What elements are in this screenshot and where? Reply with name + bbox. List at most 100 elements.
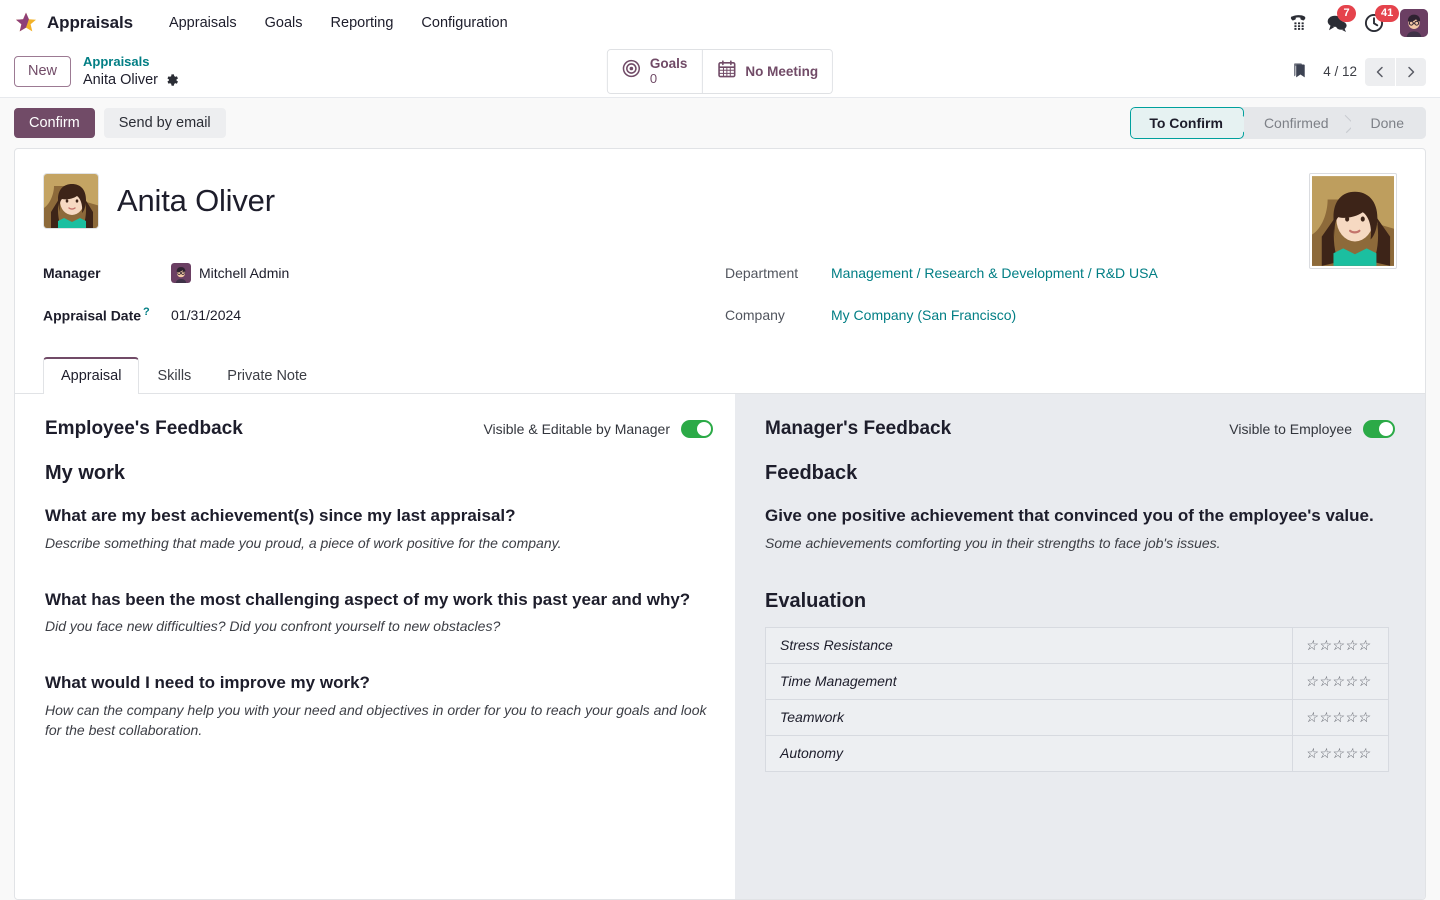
evaluation-stars[interactable]: ☆☆☆☆☆ xyxy=(1293,627,1389,663)
field-department-value[interactable]: Management / Research & Development / R&… xyxy=(831,265,1158,281)
gear-icon[interactable] xyxy=(165,73,179,87)
breadcrumb-parent[interactable]: Appraisals xyxy=(83,54,179,70)
stat-buttons: Goals 0 No Meeting xyxy=(607,49,833,93)
question-title: What are my best achievement(s) since my… xyxy=(45,505,713,527)
star-icon[interactable]: ☆ xyxy=(1331,745,1344,761)
user-avatar[interactable] xyxy=(1400,9,1428,37)
star-icon[interactable]: ☆ xyxy=(1357,673,1370,689)
status-to-confirm[interactable]: To Confirm xyxy=(1130,107,1244,139)
star-icon[interactable]: ☆ xyxy=(1305,637,1318,653)
manager-feedback-visibility: Visible to Employee xyxy=(1229,420,1395,438)
star-icon[interactable]: ☆ xyxy=(1331,673,1344,689)
star-icon[interactable]: ☆ xyxy=(1318,673,1331,689)
star-icon[interactable]: ☆ xyxy=(1357,637,1370,653)
star-icon[interactable]: ☆ xyxy=(1331,637,1344,653)
pager-value[interactable]: 4 / 12 xyxy=(1323,64,1357,79)
bookmark-icon[interactable] xyxy=(1290,62,1309,81)
stat-button-goals[interactable]: Goals 0 xyxy=(608,50,702,92)
star-icon[interactable]: ☆ xyxy=(1344,745,1357,761)
evaluation-criterion: Stress Resistance xyxy=(766,627,1293,663)
tab-skills[interactable]: Skills xyxy=(139,357,209,394)
control-panel: New Appraisals Anita Oliver Goa xyxy=(0,46,1440,98)
table-row: Teamwork ☆☆☆☆☆ xyxy=(766,699,1389,735)
tab-private-note[interactable]: Private Note xyxy=(209,357,325,394)
fields-left-column: Manager Mitchell Admin xyxy=(43,259,715,343)
field-company-label: Company xyxy=(725,307,831,323)
confirm-button[interactable]: Confirm xyxy=(14,108,95,138)
target-icon xyxy=(622,59,641,83)
stat-button-meeting[interactable]: No Meeting xyxy=(701,50,832,92)
nav-item-configuration[interactable]: Configuration xyxy=(407,9,521,37)
chevron-right-icon[interactable] xyxy=(1396,58,1426,86)
notebook-tabs: Appraisal Skills Private Note xyxy=(15,349,1425,394)
star-icon[interactable]: ☆ xyxy=(1331,709,1344,725)
brand-name: Appraisals xyxy=(47,13,133,33)
status-pipeline: To Confirm Confirmed Done xyxy=(1130,107,1426,139)
phone-dialpad-icon[interactable] xyxy=(1290,13,1310,33)
table-row: Stress Resistance ☆☆☆☆☆ xyxy=(766,627,1389,663)
breadcrumb-current: Anita Oliver xyxy=(83,71,158,89)
employee-feedback-toggle-label: Visible & Editable by Manager xyxy=(483,421,670,437)
star-icon[interactable]: ☆ xyxy=(1357,745,1370,761)
field-appraisal-date-value[interactable]: 01/31/2024 xyxy=(171,307,241,323)
sheet-header: Anita Oliver xyxy=(15,149,1425,229)
star-icon[interactable]: ☆ xyxy=(1305,673,1318,689)
employee-photo[interactable] xyxy=(1309,173,1397,269)
record-fields: Manager Mitchell Admin xyxy=(15,229,1425,343)
field-manager-value[interactable]: Mitchell Admin xyxy=(171,263,289,283)
star-icon[interactable]: ☆ xyxy=(1305,709,1318,725)
tab-appraisal[interactable]: Appraisal xyxy=(43,357,139,394)
chevron-left-icon[interactable] xyxy=(1365,58,1395,86)
star-icon[interactable]: ☆ xyxy=(1344,673,1357,689)
messages-icon[interactable]: 7 xyxy=(1326,13,1348,33)
evaluation-stars[interactable]: ☆☆☆☆☆ xyxy=(1293,699,1389,735)
question-title: Give one positive achievement that convi… xyxy=(765,505,1395,527)
question-hint: How can the company help you with your n… xyxy=(45,701,713,741)
status-done[interactable]: Done xyxy=(1351,107,1426,139)
calendar-icon xyxy=(716,59,736,84)
stat-goals-value: 0 xyxy=(650,72,688,87)
evaluation-title: Evaluation xyxy=(765,590,1395,613)
evaluation-stars[interactable]: ☆☆☆☆☆ xyxy=(1293,663,1389,699)
manager-avatar xyxy=(171,263,191,283)
activities-clock-icon[interactable]: 41 xyxy=(1364,13,1384,33)
nav-item-goals[interactable]: Goals xyxy=(251,9,317,37)
pager: 4 / 12 xyxy=(1323,58,1426,86)
send-by-email-button[interactable]: Send by email xyxy=(104,108,226,138)
field-appraisal-date-label: Appraisal Date? xyxy=(43,306,171,324)
brand[interactable]: Appraisals xyxy=(14,11,133,35)
employee-feedback-toggle[interactable] xyxy=(681,420,713,438)
star-icon[interactable]: ☆ xyxy=(1344,709,1357,725)
notebook-body: Employee's Feedback Visible & Editable b… xyxy=(15,394,1425,900)
question-title: What has been the most challenging aspec… xyxy=(45,589,713,611)
new-button[interactable]: New xyxy=(14,56,71,86)
star-icon[interactable]: ☆ xyxy=(1318,637,1331,653)
star-icon[interactable]: ☆ xyxy=(1318,709,1331,725)
star-icon[interactable]: ☆ xyxy=(1357,709,1370,725)
question-block: Give one positive achievement that convi… xyxy=(765,505,1395,554)
action-status-bar: Confirm Send by email To Confirm Confirm… xyxy=(0,98,1440,148)
manager-feedback-pane: Manager's Feedback Visible to Employee F… xyxy=(735,394,1425,900)
question-block: What has been the most challenging aspec… xyxy=(45,589,713,638)
star-icon[interactable]: ☆ xyxy=(1318,745,1331,761)
navbar-systray: 7 41 xyxy=(1290,0,1428,46)
fields-right-column: Department Management / Research & Devel… xyxy=(715,259,1397,343)
field-appraisal-date: Appraisal Date? 01/31/2024 xyxy=(43,301,715,329)
star-icon[interactable]: ☆ xyxy=(1305,745,1318,761)
question-hint: Did you face new difficulties? Did you c… xyxy=(45,617,713,637)
evaluation-stars[interactable]: ☆☆☆☆☆ xyxy=(1293,735,1389,771)
star-icon[interactable]: ☆ xyxy=(1344,637,1357,653)
manager-feedback-toggle[interactable] xyxy=(1363,420,1395,438)
evaluation-criterion: Autonomy xyxy=(766,735,1293,771)
field-manager: Manager Mitchell Admin xyxy=(43,259,715,287)
employee-avatar[interactable] xyxy=(43,173,99,229)
nav-item-reporting[interactable]: Reporting xyxy=(317,9,408,37)
help-tooltip-icon[interactable]: ? xyxy=(143,306,150,318)
manager-feedback-title: Manager's Feedback xyxy=(765,418,951,440)
employee-feedback-title: Employee's Feedback xyxy=(45,418,243,440)
status-confirmed[interactable]: Confirmed xyxy=(1244,107,1351,139)
field-company-value[interactable]: My Company (San Francisco) xyxy=(831,307,1016,323)
nav-item-appraisals[interactable]: Appraisals xyxy=(155,9,251,37)
control-panel-right: 4 / 12 xyxy=(1290,58,1426,86)
stat-meeting-label: No Meeting xyxy=(745,64,818,79)
